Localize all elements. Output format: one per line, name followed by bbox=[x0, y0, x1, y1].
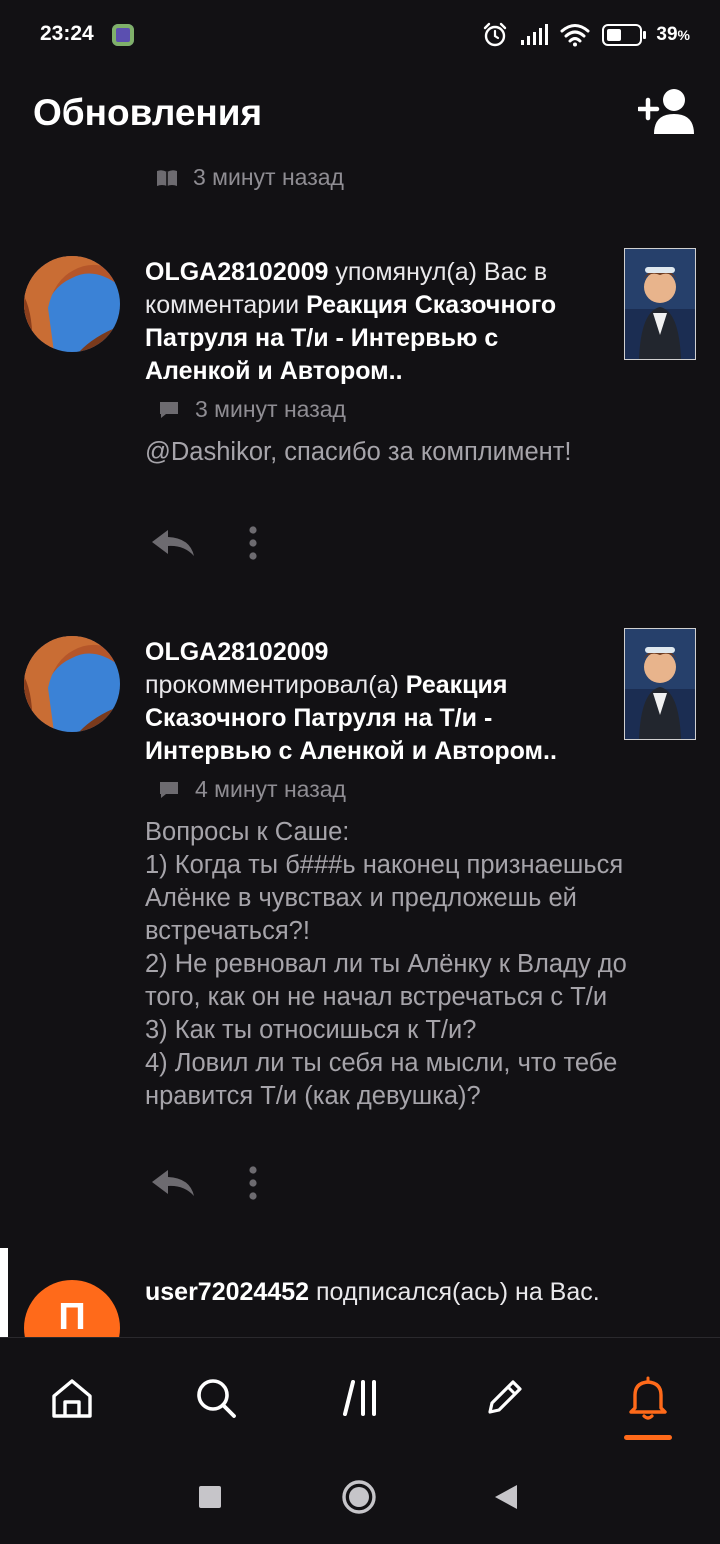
comment-icon bbox=[160, 401, 178, 418]
page-title: Обновления bbox=[33, 92, 263, 133]
notification-text[interactable]: OLGA28102009 упомянул(а) Вас в комментар… bbox=[145, 256, 605, 388]
add-person-icon[interactable] bbox=[636, 88, 696, 136]
book-icon bbox=[157, 169, 177, 186]
status-icons: 39% bbox=[482, 20, 690, 50]
bottom-navigation bbox=[0, 1337, 720, 1451]
avatar[interactable]: П bbox=[24, 1280, 120, 1337]
notification-text[interactable]: user72024452 подписался(ась) на Вас. bbox=[145, 1276, 685, 1309]
notifications-feed: 3 минут назад OLGA28102009 упомянул(а) В… bbox=[0, 160, 720, 1337]
app-notification-icon bbox=[112, 24, 134, 46]
comment-icon bbox=[160, 781, 178, 798]
story-cover-thumbnail[interactable] bbox=[624, 628, 696, 740]
notification-meta: 3 минут назад bbox=[157, 396, 346, 423]
battery-icon bbox=[602, 24, 647, 46]
notification-actions bbox=[150, 1166, 258, 1200]
notification-time: 4 минут назад bbox=[195, 776, 346, 802]
username[interactable]: OLGA28102009 bbox=[145, 258, 328, 286]
status-time: 23:24 bbox=[40, 22, 94, 45]
partial-item-meta: 3 минут назад bbox=[155, 164, 344, 191]
signal-icon bbox=[521, 24, 549, 45]
search-icon[interactable] bbox=[186, 1368, 246, 1428]
reply-icon[interactable] bbox=[150, 528, 196, 558]
notification-time: 3 минут назад bbox=[195, 396, 346, 422]
avatar[interactable] bbox=[24, 636, 120, 732]
comment-text[interactable]: @Dashikor, спасибо за комплимент! bbox=[145, 436, 665, 469]
more-options-icon[interactable] bbox=[248, 1166, 258, 1200]
notification-actions bbox=[150, 526, 258, 560]
home-button[interactable] bbox=[341, 1479, 377, 1515]
avatar-letter: П bbox=[58, 1296, 86, 1337]
avatar[interactable] bbox=[24, 256, 120, 352]
write-icon[interactable] bbox=[474, 1368, 534, 1428]
action-text: подписался(ась) на Вас. bbox=[309, 1278, 600, 1306]
username[interactable]: OLGA28102009 bbox=[145, 638, 328, 666]
notification-meta: 4 минут назад bbox=[157, 776, 346, 803]
action-text: прокомментировал(а) bbox=[145, 671, 406, 699]
system-navigation-bar bbox=[0, 1450, 720, 1544]
username[interactable]: user72024452 bbox=[145, 1278, 309, 1306]
alarm-icon bbox=[484, 22, 507, 47]
notifications-bell-icon[interactable] bbox=[618, 1368, 678, 1428]
wifi-icon bbox=[560, 24, 590, 47]
app-header: Обновления bbox=[0, 70, 720, 160]
more-options-icon[interactable] bbox=[248, 526, 258, 560]
comment-text[interactable]: Вопросы к Саше: 1) Когда ты б###ь наконе… bbox=[145, 816, 665, 1113]
recents-button[interactable] bbox=[198, 1485, 222, 1509]
story-cover-thumbnail[interactable] bbox=[624, 248, 696, 360]
status-bar: 23:24 39% bbox=[0, 0, 720, 70]
back-button[interactable] bbox=[493, 1483, 519, 1511]
notification-text[interactable]: OLGA28102009 прокомментировал(а) Реакция… bbox=[145, 636, 605, 768]
unread-indicator bbox=[0, 1248, 8, 1337]
home-icon[interactable] bbox=[42, 1368, 102, 1428]
library-icon[interactable] bbox=[331, 1368, 391, 1428]
partial-item-time: 3 минут назад bbox=[193, 164, 344, 190]
active-tab-indicator bbox=[624, 1435, 672, 1440]
reply-icon[interactable] bbox=[150, 1168, 196, 1198]
battery-level: 39% bbox=[656, 24, 690, 45]
